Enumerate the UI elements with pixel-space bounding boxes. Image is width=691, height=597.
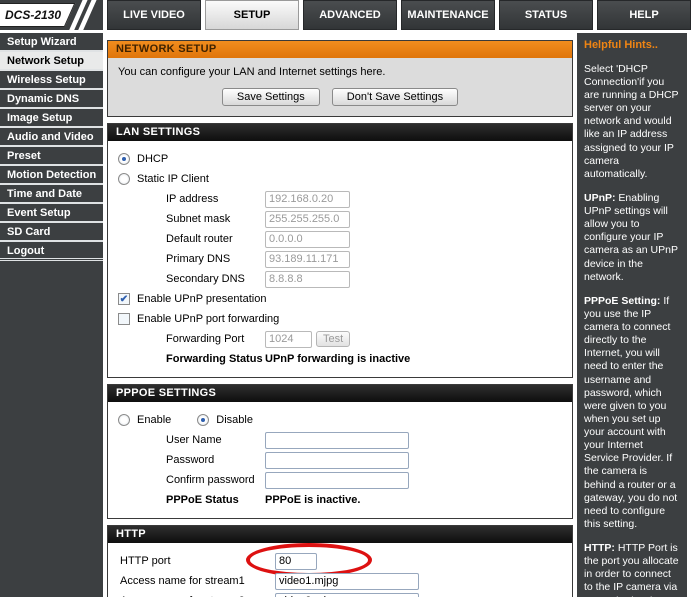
tab-help[interactable]: HELP [597, 0, 691, 30]
left-sidebar: Setup Wizard Network Setup Wireless Setu… [0, 33, 103, 597]
sidebar-item-logout[interactable]: Logout [0, 242, 103, 261]
sidebar-item-time-and-date[interactable]: Time and Date [0, 185, 103, 204]
confirm-password-label: Confirm password [166, 474, 265, 486]
stream1-label: Access name for stream1 [120, 575, 275, 587]
dont-save-settings-button[interactable]: Don't Save Settings [332, 88, 458, 106]
static-ip-radio[interactable] [118, 173, 130, 185]
upnp-presentation-label: Enable UPnP presentation [137, 293, 266, 305]
tab-setup[interactable]: SETUP [205, 0, 299, 30]
upnp-port-forwarding-label: Enable UPnP port forwarding [137, 313, 279, 325]
sidebar-item-event-setup[interactable]: Event Setup [0, 204, 103, 223]
sidebar-item-motion-detection[interactable]: Motion Detection [0, 166, 103, 185]
http-header: HTTP [108, 526, 572, 543]
http-port-row: HTTP port [118, 551, 564, 571]
username-field[interactable] [265, 432, 409, 449]
save-settings-button[interactable]: Save Settings [222, 88, 320, 106]
sidebar-item-image-setup[interactable]: Image Setup [0, 109, 103, 128]
lan-settings-section: LAN SETTINGS DHCP Static IP Client IP ad… [107, 123, 573, 378]
pppoe-disable-label: Disable [216, 414, 253, 426]
pppoe-status-label: PPPoE Status [166, 494, 265, 506]
tab-status[interactable]: STATUS [499, 0, 593, 30]
hint-dhcp: Select 'DHCP Connection'if you are runni… [584, 63, 680, 181]
primary-dns-label: Primary DNS [166, 253, 265, 265]
secondary-dns-field[interactable] [265, 271, 350, 288]
ip-address-field[interactable] [265, 191, 350, 208]
subnet-mask-label: Subnet mask [166, 213, 265, 225]
primary-dns-row: Primary DNS [118, 249, 564, 269]
forwarding-status-row: Forwarding Status UPnP forwarding is ina… [118, 349, 564, 369]
forwarding-port-field[interactable] [265, 331, 312, 348]
pppoe-enable-radio[interactable] [118, 414, 130, 426]
network-setup-description: You can configure your LAN and Internet … [118, 66, 562, 78]
http-section: HTTP HTTP port Access name for stream1 A… [107, 525, 573, 597]
ip-address-row: IP address [118, 189, 564, 209]
stream1-field[interactable] [275, 573, 419, 590]
sidebar-item-setup-wizard[interactable]: Setup Wizard [0, 33, 103, 52]
hint-http: HTTP: HTTP Port is the port you allocate… [584, 542, 680, 597]
username-row: User Name [118, 430, 564, 450]
tab-maintenance[interactable]: MAINTENANCE [401, 0, 495, 30]
sidebar-item-audio-and-video[interactable]: Audio and Video [0, 128, 103, 147]
top-navigation: DCS-2130 LIVE VIDEO SETUP ADVANCED MAINT… [0, 0, 691, 30]
helpful-hints-panel: Helpful Hints.. Select 'DHCP Connection'… [577, 33, 687, 597]
password-label: Password [166, 454, 265, 466]
forwarding-port-label: Forwarding Port [166, 333, 265, 345]
dhcp-label: DHCP [137, 153, 168, 165]
stream1-row: Access name for stream1 [118, 571, 564, 591]
password-field[interactable] [265, 452, 409, 469]
ip-address-label: IP address [166, 193, 265, 205]
subnet-mask-row: Subnet mask [118, 209, 564, 229]
sidebar-item-network-setup[interactable]: Network Setup [0, 52, 103, 71]
hint-pppoe: PPPoE Setting: If you use the IP camera … [584, 295, 680, 531]
test-button[interactable]: Test [316, 331, 350, 347]
sidebar-item-wireless-setup[interactable]: Wireless Setup [0, 71, 103, 90]
pppoe-settings-section: PPPOE SETTINGS Enable Disable User Name [107, 384, 573, 519]
pppoe-enable-label: Enable [137, 414, 171, 426]
stream2-row: Access name for stream2 [118, 591, 564, 597]
sidebar-item-dynamic-dns[interactable]: Dynamic DNS [0, 90, 103, 109]
forwarding-port-row: Forwarding Port Test [118, 329, 564, 349]
network-setup-description-box: You can configure your LAN and Internet … [108, 58, 572, 116]
logo-stripes-icon [75, 0, 89, 30]
check-icon: ✔ [120, 294, 128, 305]
helpful-hints-title: Helpful Hints.. [584, 39, 680, 53]
brand-logo: DCS-2130 [0, 0, 103, 30]
confirm-password-field[interactable] [265, 472, 409, 489]
password-row: Password [118, 450, 564, 470]
secondary-dns-label: Secondary DNS [166, 273, 265, 285]
default-router-row: Default router [118, 229, 564, 249]
tab-advanced[interactable]: ADVANCED [303, 0, 397, 30]
hint-upnp: UPnP: Enabling UPnP settings will allow … [584, 192, 680, 284]
upnp-port-forwarding-checkbox[interactable] [118, 313, 130, 325]
stream2-field[interactable] [275, 593, 419, 597]
main-content: NETWORK SETUP You can configure your LAN… [107, 33, 573, 597]
default-router-label: Default router [166, 233, 265, 245]
network-setup-section: NETWORK SETUP You can configure your LAN… [107, 40, 573, 117]
network-setup-header: NETWORK SETUP [108, 41, 572, 58]
sidebar-item-preset[interactable]: Preset [0, 147, 103, 166]
tab-live-video[interactable]: LIVE VIDEO [107, 0, 201, 30]
http-port-label: HTTP port [120, 555, 275, 567]
secondary-dns-row: Secondary DNS [118, 269, 564, 289]
forwarding-status-label: Forwarding Status [166, 353, 265, 365]
confirm-password-row: Confirm password [118, 470, 564, 490]
logo-model-text: DCS-2130 [5, 8, 61, 22]
static-ip-label: Static IP Client [137, 173, 209, 185]
subnet-mask-field[interactable] [265, 211, 350, 228]
http-port-field[interactable] [275, 553, 317, 570]
pppoe-disable-radio[interactable] [197, 414, 209, 426]
username-label: User Name [166, 434, 265, 446]
pppoe-settings-header: PPPOE SETTINGS [108, 385, 572, 402]
default-router-field[interactable] [265, 231, 350, 248]
upnp-presentation-checkbox[interactable]: ✔ [118, 293, 130, 305]
sidebar-item-sd-card[interactable]: SD Card [0, 223, 103, 242]
forwarding-status-value: UPnP forwarding is inactive [265, 353, 410, 365]
primary-dns-field[interactable] [265, 251, 350, 268]
pppoe-status-value: PPPoE is inactive. [265, 494, 360, 506]
pppoe-status-row: PPPoE Status PPPoE is inactive. [118, 490, 564, 510]
dhcp-radio[interactable] [118, 153, 130, 165]
lan-settings-header: LAN SETTINGS [108, 124, 572, 141]
